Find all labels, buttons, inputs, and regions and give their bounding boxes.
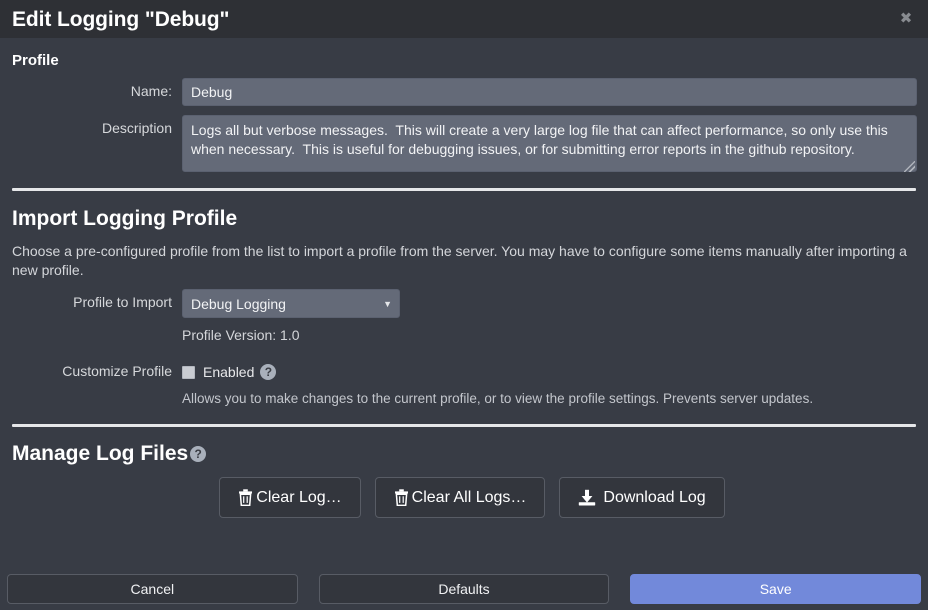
customize-profile-checkbox-label: Enabled — [203, 364, 254, 380]
manage-logs-heading: Manage Log Files — [12, 442, 188, 466]
clear-all-logs-button-label: Clear All Logs… — [412, 489, 527, 507]
help-icon[interactable]: ? — [190, 446, 206, 462]
import-section-description: Choose a pre-configured profile from the… — [12, 242, 912, 280]
name-row: Name: — [10, 78, 918, 106]
dialog-body: Profile Name: Description Import Logging… — [0, 52, 928, 518]
customize-profile-row: Customize Profile Enabled ? Allows you t… — [10, 361, 918, 406]
page-title: Edit Logging "Debug" — [12, 9, 229, 30]
profile-section-heading: Profile — [12, 52, 918, 69]
profile-version-text: Profile Version: 1.0 — [182, 327, 917, 343]
profile-to-import-select[interactable]: Debug Logging ▼ — [182, 289, 400, 318]
download-log-button[interactable]: Download Log — [559, 477, 724, 518]
dialog-footer: Cancel Defaults Save — [0, 567, 928, 610]
customize-profile-label: Customize Profile — [10, 361, 182, 379]
description-row: Description — [10, 115, 918, 175]
clear-all-logs-button[interactable]: Clear All Logs… — [375, 477, 546, 518]
help-icon[interactable]: ? — [260, 364, 276, 380]
save-button[interactable]: Save — [630, 574, 921, 604]
manage-logs-heading-row: Manage Log Files ? — [12, 442, 918, 466]
clear-log-button[interactable]: Clear Log… — [219, 477, 360, 518]
clear-log-button-label: Clear Log… — [256, 489, 341, 507]
name-input[interactable] — [182, 78, 917, 106]
name-label: Name: — [10, 78, 182, 99]
profile-to-import-label: Profile to Import — [10, 289, 182, 310]
customize-profile-hint: Allows you to make changes to the curren… — [182, 391, 917, 406]
cancel-button[interactable]: Cancel — [7, 574, 298, 604]
trash-icon — [394, 489, 409, 506]
close-icon[interactable]: ✖ — [896, 9, 916, 29]
trash-icon — [238, 489, 253, 506]
section-divider-2 — [12, 424, 916, 427]
customize-profile-checkbox[interactable] — [182, 366, 195, 379]
description-label: Description — [10, 115, 182, 136]
window-titlebar: Edit Logging "Debug" ✖ — [0, 0, 928, 38]
download-icon — [578, 489, 596, 506]
download-log-button-label: Download Log — [603, 489, 705, 507]
section-divider — [12, 188, 916, 191]
profile-to-import-value: Debug Logging — [191, 296, 379, 312]
chevron-down-icon: ▼ — [383, 299, 392, 309]
description-textarea[interactable] — [182, 115, 917, 172]
import-section-heading: Import Logging Profile — [12, 207, 918, 231]
manage-logs-button-row: Clear Log… Clear All Logs… Download Log — [10, 477, 918, 518]
profile-to-import-row: Profile to Import Debug Logging ▼ Profil… — [10, 289, 918, 343]
defaults-button[interactable]: Defaults — [319, 574, 610, 604]
